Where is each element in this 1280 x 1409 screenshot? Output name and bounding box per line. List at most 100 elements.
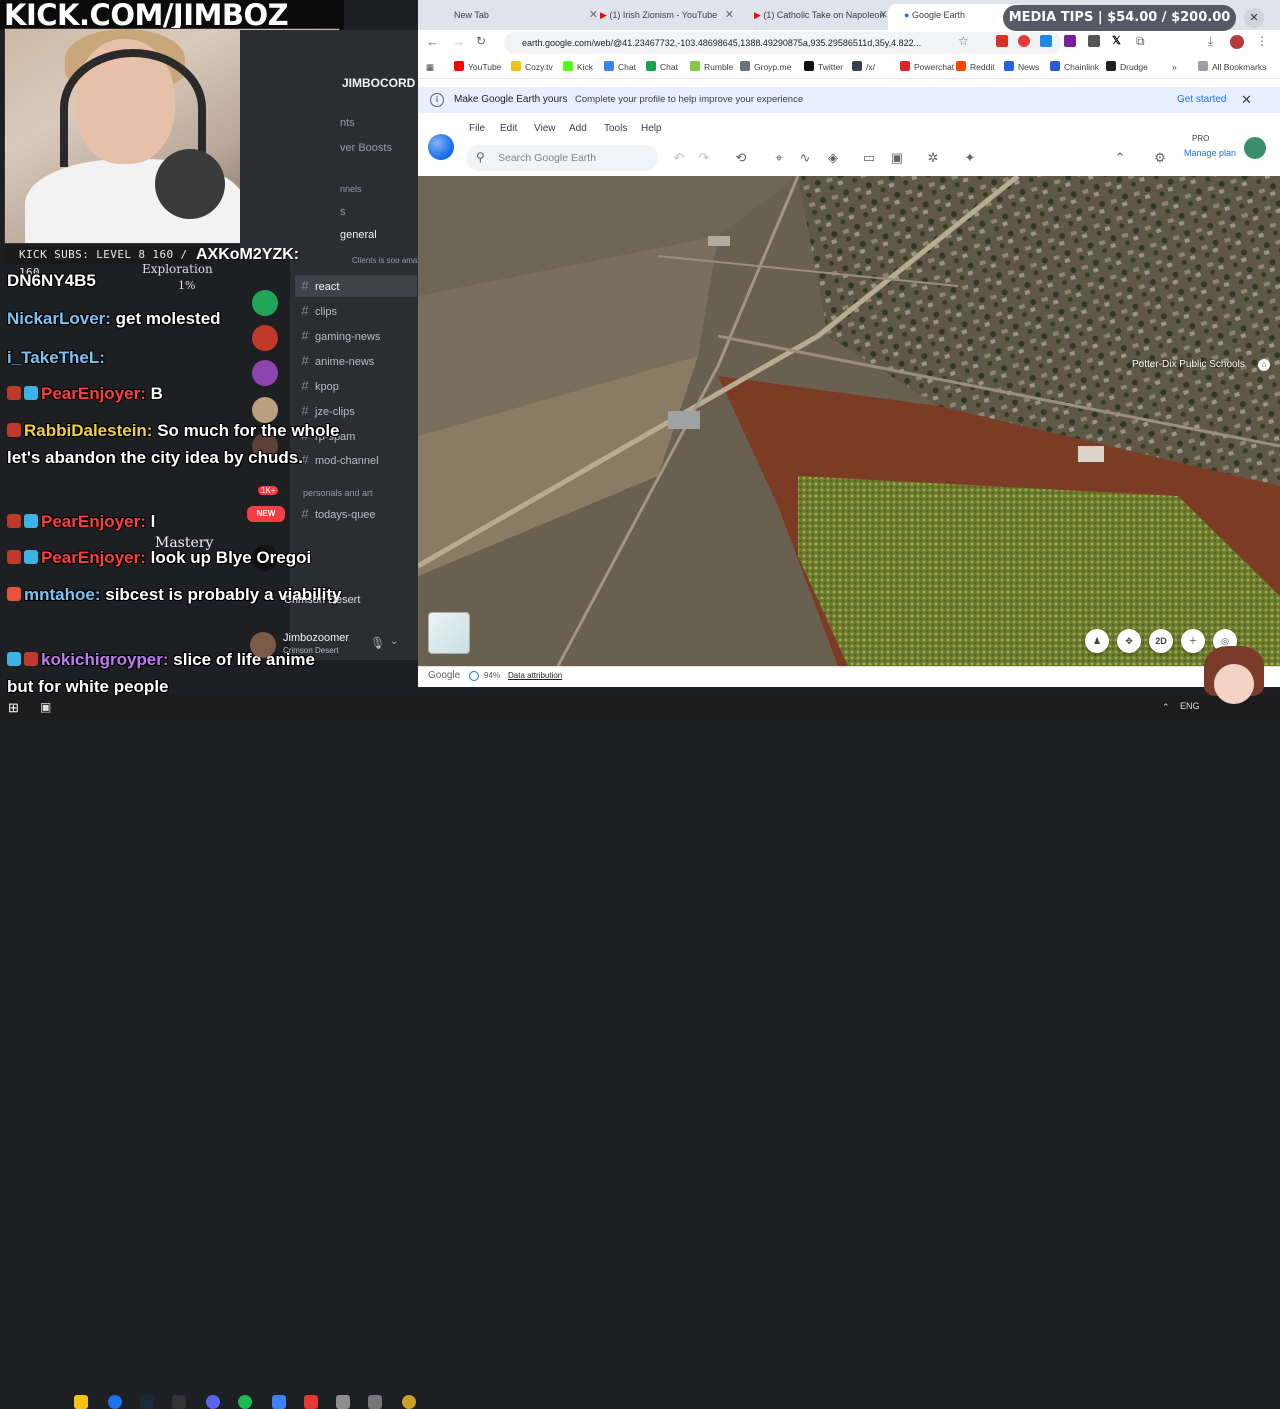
bookmark-cozy[interactable]: Cozy.tv [511,56,553,78]
bookmark-groyp[interactable]: Groyp.me [740,56,791,78]
sub-badge-icon [7,423,21,437]
youtube-icon: ▶ [600,10,610,20]
close-icon[interactable]: ✕ [879,4,888,26]
avatar[interactable] [1244,137,1266,159]
bookmark-powerchat[interactable]: Powerchat [900,56,954,78]
extension-icon[interactable] [1064,35,1076,47]
gear-icon[interactable]: ⚙ [1153,151,1167,165]
bookmark-kick[interactable]: Kick [563,56,593,78]
terminal-icon[interactable] [172,1395,186,1409]
capture-icon[interactable]: ▣ [890,151,904,165]
zoom-icon[interactable]: ＋ [1181,629,1205,653]
app-icon[interactable] [336,1395,350,1409]
bookmark-star-icon[interactable]: ☆ [958,34,969,48]
chat-message: PearEnjoyer: l [7,508,342,535]
bookmark-rumble[interactable]: Rumble [690,56,733,78]
sub-badge-icon [24,652,38,666]
sparkle-icon[interactable]: ✦ [963,151,977,165]
path-icon[interactable]: ∿ [798,151,812,165]
place-label[interactable]: Potter-Dix Public Schools [1132,359,1245,370]
more-bookmarks-icon[interactable]: » [1172,56,1177,78]
data-attribution-link[interactable]: Data attribution [508,667,562,685]
layers-icon[interactable]: ◈ [826,151,840,165]
app-icon[interactable] [304,1395,318,1409]
extension-icon[interactable] [1018,35,1030,47]
puzzle-icon[interactable]: ⧉ [1136,34,1145,49]
chevron-up-icon[interactable]: ⌃ [1113,151,1127,165]
x-icon[interactable]: 𝕏 [1112,34,1121,47]
extension-icon[interactable] [1088,35,1100,47]
view-mode-button[interactable]: 2D [1149,629,1173,653]
tab-irish-zionism[interactable]: ▶ (1) Irish Zionism - YouTube ✕ [584,4,740,30]
bookmarks-bar: ▦ YouTube Cozy.tv Kick Chat Chat Rumble … [418,56,1280,79]
forward-icon[interactable]: → [452,34,465,49]
chevron-down-icon[interactable]: ⌄ [390,636,398,647]
menu-edit[interactable]: Edit [500,118,517,140]
file-explorer-icon[interactable] [74,1395,88,1409]
pegman-icon[interactable]: ♟ [1085,629,1109,653]
menu-file[interactable]: File [469,118,485,140]
bookmark-reddit[interactable]: Reddit [956,56,995,78]
discord-icon[interactable] [206,1395,220,1409]
kebab-menu-icon[interactable]: ⋮ [1256,34,1268,48]
language-indicator[interactable]: ENG [1180,701,1200,711]
bookmark-news[interactable]: News [1004,56,1039,78]
minimap-thumbnail[interactable] [428,612,470,654]
address-bar[interactable]: earth.google.com/web/@41.23467732,-103.4… [504,32,1062,54]
close-icon[interactable]: ✕ [725,4,734,26]
compass-icon[interactable]: ✥ [1117,629,1141,653]
menu-add[interactable]: Add [569,118,587,140]
browser-window: New Tab ✕ ▶ (1) Irish Zionism - YouTube ✕ … [418,0,1280,687]
menu-tools[interactable]: Tools [604,118,627,140]
reload-icon[interactable]: ↻ [476,34,486,48]
menu-view[interactable]: View [534,118,556,140]
chat-message: PearEnjoyer: B [7,380,342,407]
bookmark-chat-2[interactable]: Chat [646,56,678,78]
ruler-icon[interactable]: ▭ [862,151,876,165]
placemark-icon[interactable]: ⌖ [772,151,786,165]
search-input[interactable]: Search Google Earth [466,145,658,171]
task-view-icon[interactable]: ▣ [40,700,51,714]
earth-3d-view[interactable]: Potter-Dix Public Schools ⌂ [418,176,1280,666]
discord-muted-1: nts [340,117,355,129]
discord-user-panel[interactable]: Jimbozoomer Crimson Desert 🎙 ⌄ [250,630,418,660]
apps-icon[interactable]: ▦ [426,56,434,78]
bookmark-chat-1[interactable]: Chat [604,56,636,78]
manage-plan-link[interactable]: Manage plan [1184,148,1236,158]
redo-icon[interactable]: ↷ [697,151,711,165]
extension-icon[interactable] [1040,35,1052,47]
tab-catholic-take[interactable]: ▶ (1) Catholic Take on Napoleon ✕ [738,4,894,30]
bookmark-twitter[interactable]: Twitter [804,56,843,78]
microphone-icon[interactable]: 🎙 [370,636,385,650]
app-icon[interactable] [402,1395,416,1409]
close-icon[interactable]: ✕ [1244,8,1264,28]
back-icon[interactable]: ← [426,34,439,49]
spotify-icon[interactable] [238,1395,252,1409]
school-icon[interactable]: ⌂ [1258,359,1270,371]
pro-label: PRO [1192,134,1210,143]
tray-chevron-icon[interactable]: ⌃ [1162,702,1170,713]
bookmark-drudge[interactable]: Drudge [1106,56,1148,78]
tab-new-tab[interactable]: New Tab ✕ [426,4,604,30]
discord-muted-3: nnels [340,184,362,194]
chrome-icon[interactable] [108,1395,122,1409]
download-icon[interactable]: ⤓ [1208,34,1213,49]
app-icon[interactable] [368,1395,382,1409]
steam-icon[interactable] [140,1395,154,1409]
tools-icon[interactable]: ✲ [926,151,940,165]
channel-general[interactable]: general [340,229,377,241]
history-icon[interactable]: ⟲ [734,151,748,165]
undo-icon[interactable]: ↶ [672,151,686,165]
bookmark-x[interactable]: /x/ [852,56,875,78]
windows-start-icon[interactable]: ⊞ [8,700,19,716]
app-icon[interactable] [272,1395,286,1409]
avatar[interactable] [250,632,276,658]
extension-icon[interactable] [996,35,1008,47]
bookmark-chainlink[interactable]: Chainlink [1050,56,1099,78]
close-icon[interactable]: ✕ [1241,92,1252,108]
profile-avatar[interactable] [1230,35,1244,49]
all-bookmarks[interactable]: All Bookmarks [1198,56,1266,78]
menu-help[interactable]: Help [641,118,662,140]
get-started-button[interactable]: Get started [1177,87,1226,113]
bookmark-youtube[interactable]: YouTube [454,56,501,78]
